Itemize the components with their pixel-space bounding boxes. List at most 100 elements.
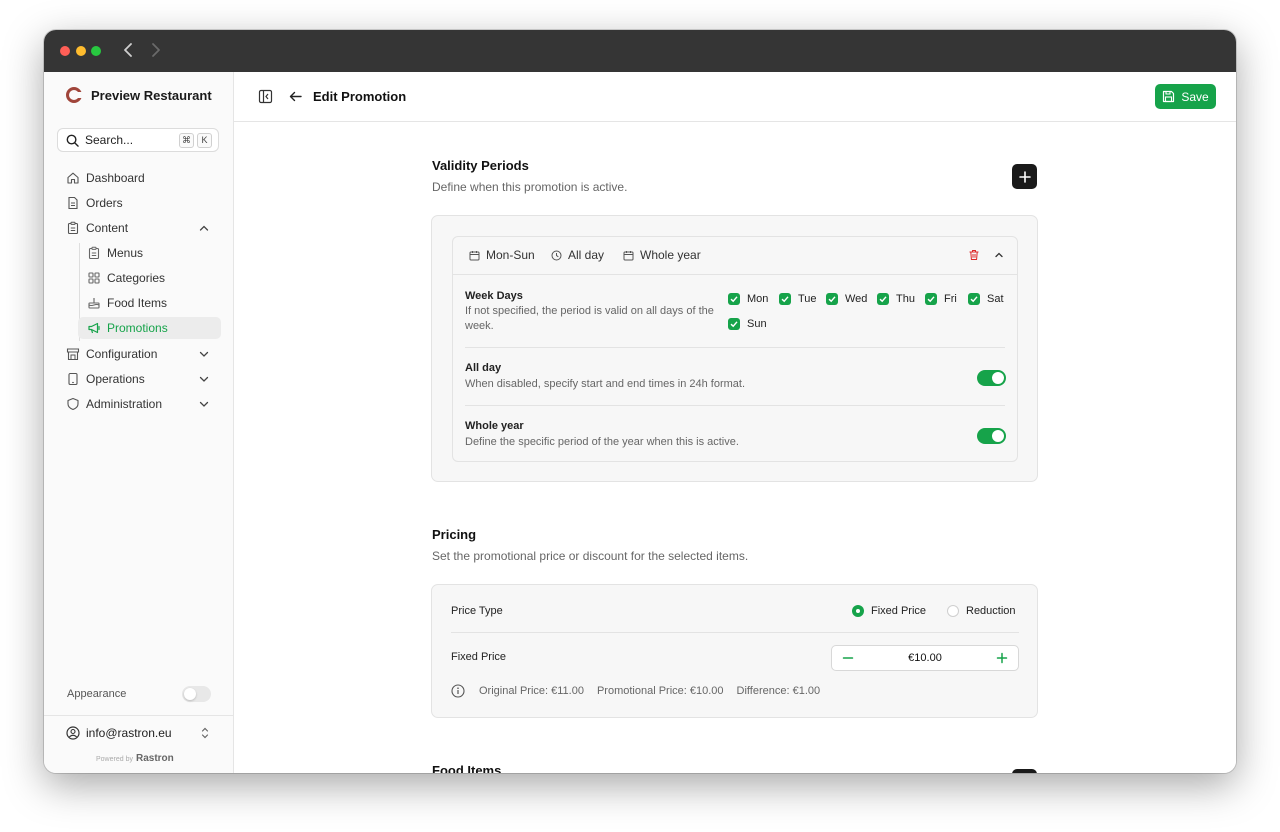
day-checkbox-tue[interactable]: Tue — [779, 293, 817, 305]
trash-icon[interactable] — [968, 249, 980, 261]
whole-year-description: Define the specific period of the year w… — [465, 436, 739, 448]
sidebar-item-label: Content — [86, 221, 129, 235]
period-header[interactable]: Mon-Sun All day Whole year — [453, 237, 1017, 275]
plus-icon — [1018, 170, 1031, 183]
day-checkbox-sun[interactable]: Sun — [728, 318, 767, 330]
sidebar-item-label: Administration — [86, 397, 163, 411]
check-icon — [877, 293, 889, 305]
brand[interactable]: Preview Restaurant — [66, 87, 212, 103]
day-label: Sun — [747, 318, 767, 330]
all-day-toggle[interactable] — [977, 370, 1006, 386]
radio-label: Fixed Price — [871, 605, 927, 617]
minus-icon[interactable] — [842, 652, 854, 664]
week-days-title: Week Days — [465, 290, 523, 302]
sidebar-item-categories[interactable]: Categories — [78, 267, 221, 289]
day-label: Sat — [987, 293, 1004, 305]
check-icon — [925, 293, 937, 305]
day-label: Mon — [747, 293, 769, 305]
week-days-description: If not specified, the period is valid on… — [465, 305, 714, 332]
chevron-down-icon[interactable] — [197, 372, 211, 386]
close-window-button[interactable] — [60, 46, 70, 56]
sidebar-item-label: Categories — [107, 271, 166, 285]
day-checkbox-fri[interactable]: Fri — [925, 293, 957, 305]
save-button[interactable]: Save — [1155, 84, 1216, 109]
add-food-item-button[interactable] — [1012, 769, 1037, 773]
days-chip: Mon-Sun — [469, 248, 535, 262]
chevron-down-icon[interactable] — [197, 347, 211, 361]
radio-reduction[interactable]: Reduction — [947, 605, 1016, 617]
tablet-icon — [66, 372, 80, 386]
validity-title: Validity Periods — [432, 158, 529, 173]
save-icon — [1162, 90, 1175, 103]
fixed-price-stepper[interactable]: €10.00 — [831, 645, 1019, 671]
sidebar-item-promotions[interactable]: Promotions — [78, 317, 221, 339]
browser-forward-icon[interactable] — [150, 40, 162, 64]
divider — [465, 405, 1005, 406]
check-icon — [728, 293, 740, 305]
maximize-window-button[interactable] — [91, 46, 101, 56]
powered-by-label: Powered by — [96, 756, 133, 763]
pricing-description: Set the promotional price or discount fo… — [432, 549, 749, 563]
grid-icon — [87, 271, 101, 285]
day-label: Thu — [896, 293, 915, 305]
radio-label: Reduction — [966, 605, 1016, 617]
sidebar-item-orders[interactable]: Orders — [57, 192, 221, 214]
calendar-icon — [623, 250, 634, 260]
sidebar-toggle-icon[interactable] — [258, 89, 273, 104]
file-icon — [66, 196, 80, 210]
sidebar-item-menus[interactable]: Menus — [78, 242, 221, 264]
chevron-down-icon[interactable] — [197, 397, 211, 411]
chevron-up-icon[interactable] — [197, 221, 211, 235]
sidebar-item-administration[interactable]: Administration — [57, 393, 221, 415]
store-icon — [66, 347, 80, 361]
fixed-price-value[interactable]: €10.00 — [872, 652, 978, 664]
radio-fixed-price[interactable]: Fixed Price — [852, 605, 926, 617]
time-chip: All day — [551, 248, 604, 262]
original-price: Original Price: €11.00 — [479, 685, 584, 697]
check-icon — [728, 318, 740, 330]
day-checkbox-mon[interactable]: Mon — [728, 293, 768, 305]
validity-card: Mon-Sun All day Whole year Week Days If … — [431, 215, 1038, 482]
fixed-price-label: Fixed Price — [451, 651, 507, 663]
plus-icon[interactable] — [996, 652, 1008, 664]
sidebar-item-label: Operations — [86, 372, 145, 386]
clock-icon — [551, 250, 562, 260]
add-period-button[interactable] — [1012, 164, 1037, 189]
day-label: Wed — [845, 293, 868, 305]
whole-year-toggle[interactable] — [977, 428, 1006, 444]
brand-logo-icon — [66, 87, 83, 103]
pricing-card: Price Type Fixed Price Reduction Fixed P… — [431, 584, 1038, 718]
day-label: Tue — [798, 293, 817, 305]
search-icon — [66, 134, 79, 147]
shortcut-k-key: K — [197, 132, 212, 148]
day-checkbox-sat[interactable]: Sat — [968, 293, 1004, 305]
chevrons-up-down-icon[interactable] — [198, 726, 212, 740]
radio-selected-icon — [852, 605, 864, 617]
sidebar-item-dashboard[interactable]: Dashboard — [57, 167, 221, 189]
back-arrow-icon[interactable] — [288, 89, 303, 104]
price-difference: Difference: €1.00 — [736, 685, 821, 697]
search-input[interactable]: Search... ⌘ K — [57, 128, 219, 152]
megaphone-icon — [87, 321, 101, 335]
day-checkbox-wed[interactable]: Wed — [826, 293, 867, 305]
shield-icon — [66, 397, 80, 411]
appearance-toggle[interactable]: ☼ — [182, 686, 211, 702]
period-panel: Mon-Sun All day Whole year Week Days If … — [452, 236, 1018, 462]
sidebar-item-operations[interactable]: Operations — [57, 368, 221, 390]
browser-back-icon[interactable] — [122, 40, 134, 64]
powered-by-brand: Rastron — [135, 753, 174, 764]
sidebar-item-content[interactable]: Content — [57, 217, 221, 239]
days-chip-label: Mon-Sun — [486, 248, 535, 262]
check-icon — [779, 293, 791, 305]
sidebar-item-food-items[interactable]: Food Items — [78, 292, 221, 314]
check-icon — [968, 293, 980, 305]
sidebar-item-label: Orders — [86, 196, 123, 210]
day-checkbox-thu[interactable]: Thu — [877, 293, 915, 305]
sidebar-item-label: Configuration — [86, 347, 158, 361]
sidebar-item-configuration[interactable]: Configuration — [57, 343, 221, 365]
chevron-up-icon[interactable] — [992, 248, 1006, 262]
minimize-window-button[interactable] — [76, 46, 86, 56]
user-menu[interactable]: info@rastron.eu — [66, 726, 172, 740]
user-circle-icon — [66, 726, 80, 740]
cake-icon — [87, 296, 101, 310]
